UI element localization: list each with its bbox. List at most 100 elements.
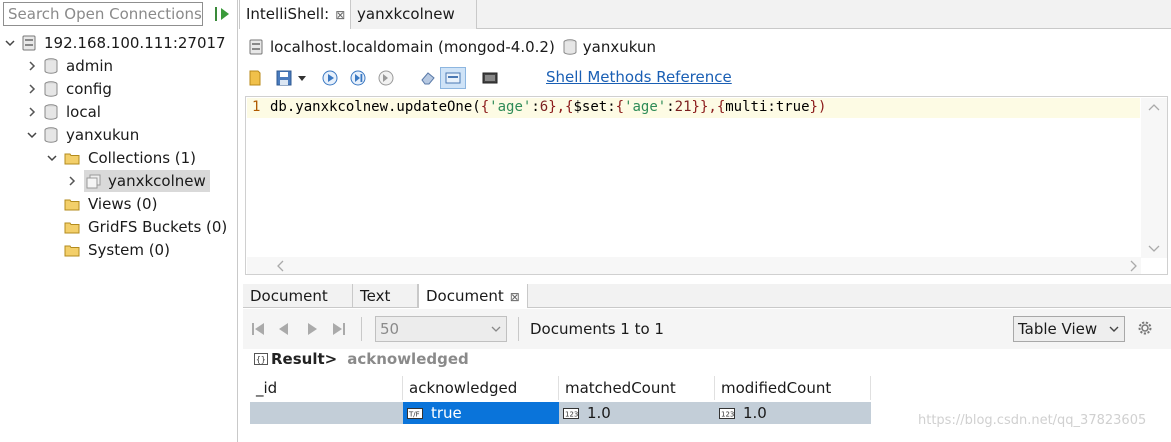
svg-text:{}: {} [256, 355, 266, 364]
db-label: yanxukun [66, 126, 140, 144]
step-icon[interactable] [376, 68, 396, 88]
code-editor[interactable]: 1 db.yanxkcolnew.updateOne({'age':6},{$s… [245, 96, 1168, 275]
tree-collections-folder[interactable]: Collections (1) [46, 147, 196, 169]
save-icon[interactable] [274, 68, 294, 88]
cell-id[interactable] [250, 402, 403, 424]
chevron-down-icon[interactable] [26, 129, 38, 141]
svg-text:123: 123 [565, 410, 578, 418]
column-header-modifiedcount[interactable]: modifiedCount [715, 376, 871, 400]
db-label: admin [66, 57, 113, 75]
code-token: multi:true [725, 99, 810, 115]
result-object-icon: {} [254, 353, 268, 365]
code-token: 'age' [624, 99, 667, 115]
server-icon [22, 35, 36, 51]
code-token: },{ [548, 99, 574, 115]
code-token: db.yanxkcolnew.updateOne( [270, 99, 481, 115]
cell-matchedcount[interactable]: 123 1.0 [559, 402, 715, 424]
editor-tabbar: IntelliShell: ⊠ yanxkcolnew [239, 0, 1171, 29]
eraser-icon[interactable] [418, 68, 438, 88]
folder-label: GridFS Buckets (0) [88, 218, 228, 236]
cell-value: true [431, 404, 462, 422]
tree-views-folder[interactable]: Views (0) [64, 193, 157, 215]
column-header-matchedcount[interactable]: matchedCount [559, 376, 715, 400]
view-mode-select[interactable]: Table View [1013, 316, 1125, 342]
tab-label: Text [360, 287, 391, 305]
chevron-right-icon[interactable] [26, 60, 38, 72]
last-page-icon [333, 323, 345, 335]
tree-gridfs-folder[interactable]: GridFS Buckets (0) [64, 216, 227, 238]
open-file-icon[interactable] [246, 68, 266, 88]
tab-document-active[interactable]: Document ⊠ [418, 284, 528, 308]
tree-db-local[interactable]: local [26, 101, 101, 123]
scroll-arrows-icon [277, 260, 1137, 272]
shell-toolbar [246, 66, 508, 90]
folder-icon [64, 245, 80, 256]
server-label: 192.168.100.111:27017 [44, 34, 226, 52]
boolean-type-icon: T/F [407, 407, 423, 419]
code-token: 'age' [489, 99, 532, 115]
code-line[interactable]: db.yanxkcolnew.updateOne({'age':6},{$set… [270, 99, 826, 115]
close-tab-icon[interactable]: ⊠ [510, 290, 520, 304]
tree-db-config[interactable]: config [26, 78, 112, 100]
tab-document[interactable]: Document [243, 284, 353, 308]
chevron-right-icon[interactable] [26, 106, 38, 118]
folder-label: Views (0) [88, 195, 158, 213]
chevron-right-icon[interactable] [26, 83, 38, 95]
tree-collection-item[interactable]: yanxkcolnew [66, 170, 210, 192]
run-statement-icon[interactable] [348, 68, 368, 88]
svg-text:T/F: T/F [408, 410, 420, 418]
terminal-icon[interactable] [480, 68, 500, 88]
tab-text[interactable]: Text [353, 284, 418, 308]
cell-value: 1.0 [743, 404, 767, 422]
tab-label: yanxkcolnew [357, 5, 455, 23]
line-number: 1 [252, 99, 261, 115]
code-token: : [666, 99, 675, 115]
chevron-right-icon[interactable] [66, 175, 78, 187]
chevron-down-icon[interactable] [46, 152, 58, 164]
tree-db-yanxukun[interactable]: yanxukun [26, 124, 139, 146]
chevron-down-icon[interactable] [4, 37, 16, 49]
cell-acknowledged[interactable]: T/F true [403, 402, 559, 424]
cell-modifiedcount[interactable]: 123 1.0 [715, 402, 871, 424]
result-table: _id acknowledged matchedCount modifiedCo… [250, 376, 871, 426]
page-size-select[interactable]: 50 [375, 316, 507, 342]
save-dropdown-icon[interactable] [296, 68, 308, 88]
tree-db-admin[interactable]: admin [26, 55, 113, 77]
db-label: config [66, 80, 112, 98]
search-connections-input[interactable]: Search Open Connections ( [3, 2, 203, 26]
number-type-icon: 123 [563, 407, 579, 419]
prev-page-icon [279, 323, 288, 335]
shell-methods-reference-link[interactable]: Shell Methods Reference [546, 68, 732, 86]
database-icon [44, 58, 58, 74]
database-icon [44, 104, 58, 120]
code-token: $set: [573, 99, 616, 115]
connection-db: yanxukun [582, 38, 656, 56]
tree-server-node[interactable]: 192.168.100.111:27017 [4, 32, 226, 54]
back-arrow-icon[interactable] [213, 6, 231, 22]
folder-icon [64, 199, 80, 210]
tab-collection[interactable]: yanxkcolnew [351, 0, 477, 29]
code-token: 21 [674, 99, 692, 115]
close-tab-icon[interactable]: ⊠ [335, 8, 345, 22]
code-token: }},{ [691, 99, 726, 115]
auto-complete-toggle[interactable] [440, 67, 466, 89]
watermark: https://blog.csdn.net/qq_37823605 [918, 413, 1147, 428]
divider [361, 317, 362, 341]
vertical-scrollbar[interactable] [1141, 98, 1167, 258]
column-header-id[interactable]: _id [250, 376, 403, 400]
folder-open-icon [64, 153, 80, 164]
horizontal-scrollbar[interactable] [247, 257, 1141, 274]
result-path-value[interactable]: acknowledged [347, 350, 469, 368]
column-header-acknowledged[interactable]: acknowledged [403, 376, 559, 400]
gear-icon[interactable] [1137, 320, 1153, 336]
run-icon[interactable] [320, 68, 340, 88]
pager-nav-icons [252, 323, 345, 335]
tab-intellishell[interactable]: IntelliShell: ⊠ [239, 0, 351, 29]
code-token: { [615, 99, 625, 115]
database-icon [44, 81, 58, 97]
result-label: Result> [271, 350, 338, 368]
divider [518, 317, 519, 341]
tree-system-folder[interactable]: System (0) [64, 239, 170, 261]
chevron-down-icon[interactable] [489, 322, 503, 336]
collection-icon [86, 174, 101, 188]
